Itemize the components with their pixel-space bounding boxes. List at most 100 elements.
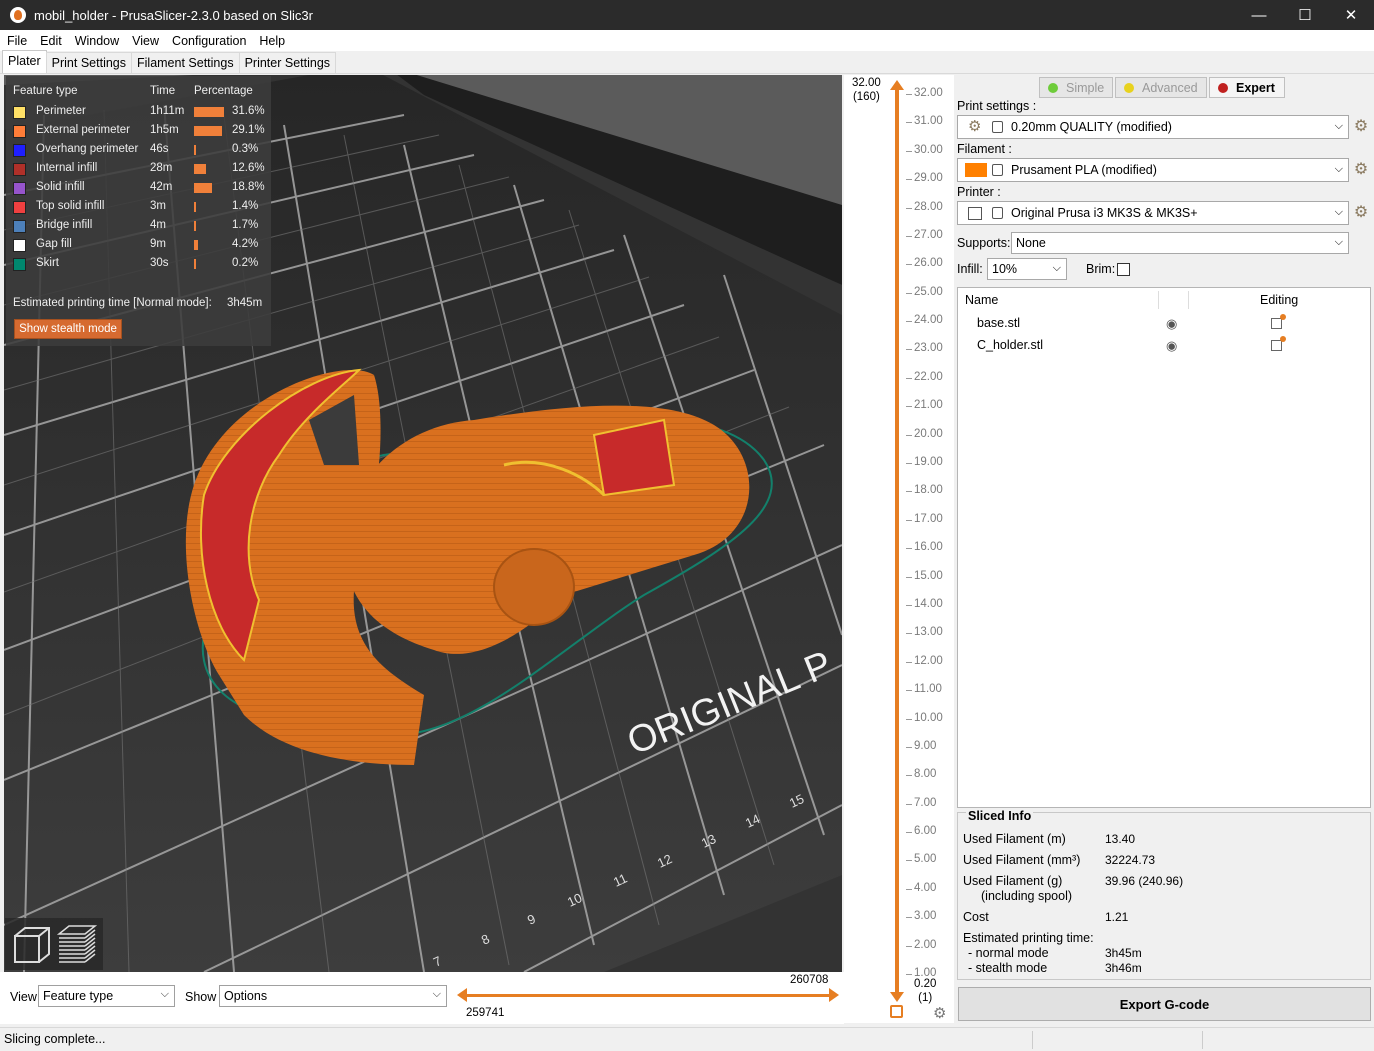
eye-icon[interactable]: ◉ bbox=[1166, 338, 1177, 354]
menu-window[interactable]: Window bbox=[68, 34, 125, 48]
stealth-mode-label: - stealth mode bbox=[968, 961, 1048, 975]
layer-tick-mark bbox=[906, 463, 912, 465]
mode-simple-button[interactable]: Simple bbox=[1039, 77, 1113, 98]
layer-tick-mark bbox=[906, 179, 912, 181]
printer-gear-icon[interactable]: ⚙ bbox=[1352, 204, 1370, 222]
legend-percentage-bar bbox=[194, 145, 196, 155]
show-stealth-mode-button[interactable]: Show stealth mode bbox=[14, 319, 122, 339]
layer-tick-mark bbox=[906, 860, 912, 862]
layer-tick-mark bbox=[906, 122, 912, 124]
layer-slider[interactable]: 32.00 (160) 32.00 31.00 30.00 29.00 28.00 27.… bbox=[844, 75, 954, 1023]
layer-tick-label: 16.00 bbox=[914, 541, 943, 554]
layer-tick-label: 26.00 bbox=[914, 257, 943, 270]
slider-settings-gear-icon[interactable]: ⚙ bbox=[933, 1004, 946, 1022]
filament-select[interactable]: Prusament PLA (modified) ⌵ bbox=[957, 158, 1349, 182]
layer-tick-mark bbox=[906, 832, 912, 834]
column-name-header[interactable]: Name bbox=[965, 288, 998, 312]
lower-thumb-icon[interactable] bbox=[890, 992, 904, 1002]
layer-tick-mark bbox=[906, 548, 912, 550]
menu-help[interactable]: Help bbox=[252, 34, 291, 48]
legend-color-swatch bbox=[13, 220, 26, 233]
layer-tick-label: 24.00 bbox=[914, 314, 943, 327]
move-slider-track[interactable] bbox=[463, 994, 831, 997]
tab-plater[interactable]: Plater bbox=[2, 50, 47, 73]
layer-tick-label: 31.00 bbox=[914, 115, 943, 128]
maximize-button[interactable]: ☐ bbox=[1282, 0, 1328, 30]
layer-tick-label: 5.00 bbox=[914, 853, 937, 866]
legend-percentage-bar bbox=[194, 221, 196, 231]
eye-icon[interactable]: ◉ bbox=[1166, 316, 1177, 332]
estimated-time-value: 3h45m bbox=[227, 297, 263, 309]
menu-configuration[interactable]: Configuration bbox=[165, 34, 252, 48]
print-settings-gear-icon[interactable]: ⚙ bbox=[1352, 118, 1370, 136]
mode-advanced-button[interactable]: Advanced bbox=[1115, 77, 1207, 98]
export-gcode-button[interactable]: Export G-code bbox=[958, 987, 1371, 1021]
legend-row[interactable]: Gap fill 9m 4.2% bbox=[13, 238, 265, 254]
lock-icon bbox=[992, 207, 1003, 219]
move-slider-right-value: 260708 bbox=[790, 974, 829, 986]
layer-tick-label: 11.00 bbox=[914, 683, 942, 696]
chevron-down-icon: ⌵ bbox=[1052, 262, 1061, 274]
printer-icon bbox=[968, 207, 982, 220]
layer-tick-label: 30.00 bbox=[914, 143, 943, 156]
legend-color-swatch bbox=[13, 144, 26, 157]
lock-icon[interactable] bbox=[890, 1005, 903, 1018]
layer-tick-label: 9.00 bbox=[914, 739, 937, 752]
cube-view-icon[interactable] bbox=[9, 922, 53, 966]
legend-feature-time: 30s bbox=[150, 257, 169, 269]
layer-tick-mark bbox=[906, 434, 912, 436]
minimize-button[interactable]: — bbox=[1236, 0, 1282, 30]
print-settings-select[interactable]: ⚙ 0.20mm QUALITY (modified) ⌵ bbox=[957, 115, 1349, 139]
layer-tick-mark bbox=[906, 150, 912, 152]
legend-feature-name: Gap fill bbox=[36, 238, 72, 250]
legend-row[interactable]: Skirt 30s 0.2% bbox=[13, 257, 265, 273]
legend-feature-time: 1h11m bbox=[150, 105, 185, 117]
view-type-select[interactable]: Feature type ⌵ bbox=[38, 985, 175, 1007]
layer-tick-label: 28.00 bbox=[914, 200, 943, 213]
layer-tick-mark bbox=[906, 576, 912, 578]
supports-select[interactable]: None ⌵ bbox=[1011, 232, 1349, 254]
move-slider-left-thumb-icon[interactable] bbox=[457, 988, 467, 1002]
legend-row[interactable]: External perimeter 1h5m 29.1% bbox=[13, 124, 265, 140]
upper-thumb-icon[interactable] bbox=[890, 80, 904, 90]
edit-icon[interactable] bbox=[1271, 336, 1286, 351]
print-settings-label: Print settings : bbox=[957, 99, 1037, 113]
legend-row[interactable]: Top solid infill 3m 1.4% bbox=[13, 200, 265, 216]
legend-header-time: Time bbox=[150, 85, 176, 97]
brim-label: Brim: bbox=[1086, 262, 1116, 276]
layer-slider-track[interactable] bbox=[895, 87, 899, 997]
edit-icon[interactable] bbox=[1271, 314, 1286, 329]
chevron-down-icon: ⌵ bbox=[1334, 163, 1343, 175]
tab-print-settings[interactable]: Print Settings bbox=[45, 52, 132, 73]
show-options-select[interactable]: Options ⌵ bbox=[219, 985, 447, 1007]
layer-tick-mark bbox=[906, 604, 912, 606]
legend-row[interactable]: Perimeter 1h11m 31.6% bbox=[13, 105, 265, 121]
move-slider-right-thumb-icon[interactable] bbox=[829, 988, 839, 1002]
column-editing-header[interactable]: Editing bbox=[1260, 288, 1298, 312]
filament-gear-icon[interactable]: ⚙ bbox=[1352, 161, 1370, 179]
tab-printer-settings[interactable]: Printer Settings bbox=[238, 52, 337, 73]
menu-edit[interactable]: Edit bbox=[33, 34, 68, 48]
object-row-c-holder[interactable]: C_holder.stl ◉ bbox=[958, 336, 1370, 356]
used-filament-g-label: Used Filament (g) bbox=[963, 874, 1063, 888]
printer-select[interactable]: Original Prusa i3 MK3S & MK3S+ ⌵ bbox=[957, 201, 1349, 225]
gear-icon: ⚙ bbox=[968, 118, 982, 135]
close-button[interactable]: ✕ bbox=[1328, 0, 1374, 30]
menu-file[interactable]: File bbox=[0, 34, 33, 48]
mode-expert-button[interactable]: Expert bbox=[1209, 77, 1285, 98]
infill-select[interactable]: 10% ⌵ bbox=[987, 258, 1067, 280]
legend-feature-time: 1h5m bbox=[150, 124, 179, 136]
legend-row[interactable]: Internal infill 28m 12.6% bbox=[13, 162, 265, 178]
layer-tick-mark bbox=[906, 491, 912, 493]
legend-feature-percentage: 18.8% bbox=[232, 181, 265, 193]
legend-row[interactable]: Overhang perimeter 46s 0.3% bbox=[13, 143, 265, 159]
legend-row[interactable]: Bridge infill 4m 1.7% bbox=[13, 219, 265, 235]
legend-percentage-bar bbox=[194, 202, 196, 212]
menu-view[interactable]: View bbox=[125, 34, 165, 48]
brim-checkbox[interactable] bbox=[1117, 263, 1130, 276]
tab-filament-settings[interactable]: Filament Settings bbox=[131, 52, 240, 73]
legend-row[interactable]: Solid infill 42m 18.8% bbox=[13, 181, 265, 197]
object-row-base[interactable]: base.stl ◉ bbox=[958, 314, 1370, 334]
legend-feature-name: Internal infill bbox=[36, 162, 98, 174]
layers-view-icon[interactable] bbox=[55, 922, 99, 966]
